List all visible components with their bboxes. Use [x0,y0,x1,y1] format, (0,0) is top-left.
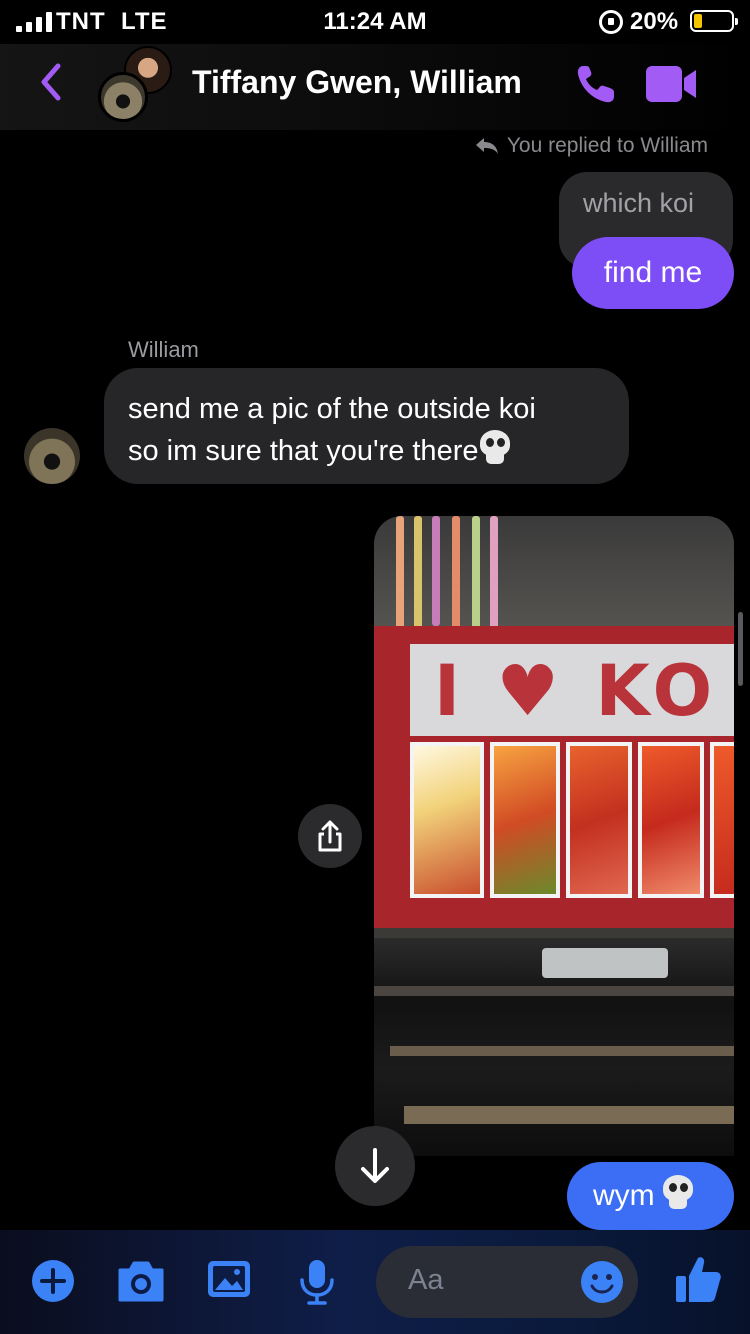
reply-context: You replied to William [475,134,708,158]
reply-arrow-icon [475,138,498,154]
photo-streamer [396,516,404,636]
sender-avatar[interactable] [24,428,80,484]
photo-table [390,1046,734,1056]
group-avatar[interactable] [96,44,176,124]
orientation-lock-icon [599,10,623,34]
scroll-to-bottom-button[interactable] [335,1126,415,1206]
photo-menu-panel [638,742,704,898]
photo-table [374,986,734,996]
conversation-header: Tiffany Gwen, William [0,44,750,130]
plus-icon[interactable] [30,1258,76,1304]
back-chevron-icon[interactable] [36,62,66,102]
sender-name: William [128,337,199,362]
phone-call-icon[interactable] [574,62,618,106]
photo-attachment[interactable]: I ♥ KO [374,516,734,1156]
video-call-icon[interactable] [646,66,698,102]
thumbs-up-icon[interactable] [674,1254,722,1304]
conversation-title[interactable]: Tiffany Gwen, William [192,64,522,101]
message-input-placeholder: Aa [408,1264,444,1296]
outgoing-message[interactable]: wym [567,1162,734,1230]
status-bar: TNT LTE 11:24 AM 20% [0,0,750,44]
reply-context-text: You replied to William [506,134,708,157]
photo-sign-text: I ♥ KO [434,650,719,732]
photo-menu-panel [710,742,734,898]
battery-icon [690,10,738,32]
skull-emoji-icon [661,1175,695,1211]
message-input[interactable]: Aa [376,1246,638,1318]
incoming-message[interactable]: send me a pic of the outside koi so im s… [104,368,629,484]
photo-menu-panel [410,742,484,898]
scrollbar[interactable] [738,612,743,686]
avatar-william [98,72,148,122]
share-icon [318,820,342,852]
camera-icon[interactable] [116,1258,166,1304]
arrow-down-icon [361,1148,389,1183]
photo-menu-panel [566,742,632,898]
outgoing-message[interactable]: find me [572,237,734,309]
image-gallery-icon[interactable] [206,1258,252,1302]
photo-menu-panel [490,742,560,898]
incoming-message-line: so im sure that you're there [128,430,605,472]
photo-grill [542,948,668,978]
skull-emoji-icon [478,430,512,466]
photo-table [404,1106,734,1124]
incoming-message-line: send me a pic of the outside koi [128,393,536,425]
emoji-icon[interactable] [580,1260,624,1304]
message-text: wym [593,1179,655,1212]
battery-percent: 20% [630,8,679,35]
share-button[interactable] [298,804,362,868]
photo-table [374,928,734,938]
microphone-icon[interactable] [294,1258,340,1306]
photo-streamer [432,516,440,626]
